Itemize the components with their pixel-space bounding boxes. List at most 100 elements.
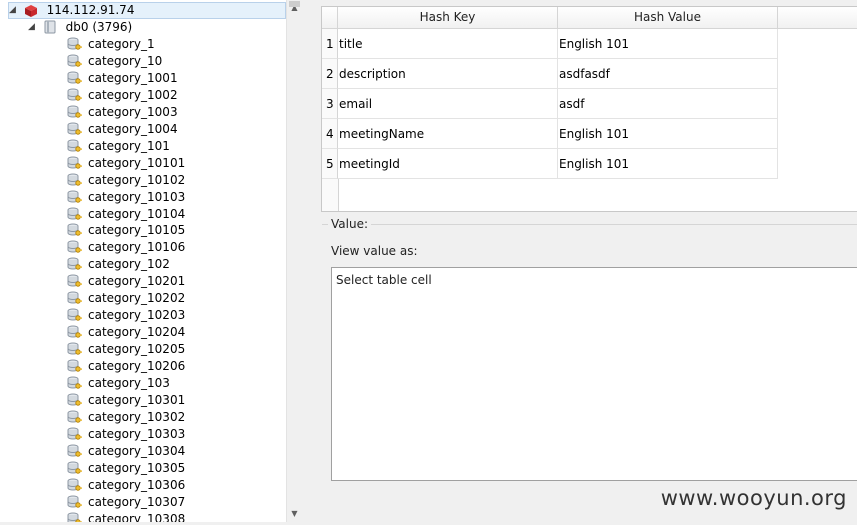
tree-key-item[interactable]: category_10307 xyxy=(66,494,185,511)
tree-key-item[interactable]: category_10202 xyxy=(66,290,185,307)
hash-key-icon xyxy=(66,53,82,69)
value-groupbox: Value: View value as: Select table cell xyxy=(322,217,857,525)
hash-key-icon xyxy=(66,392,82,408)
tree-key-item[interactable]: category_10102 xyxy=(66,172,185,189)
table-row[interactable]: 1 title English 101 xyxy=(322,29,778,59)
hash-key-cell[interactable]: meetingId xyxy=(338,149,558,179)
hash-key-icon xyxy=(66,324,82,340)
tree-key-item[interactable]: category_10206 xyxy=(66,358,185,375)
hash-key-cell[interactable]: title xyxy=(338,29,558,59)
table-row[interactable]: 2 description asdfasdf xyxy=(322,59,778,89)
tree-key-item[interactable]: category_10103 xyxy=(66,189,185,206)
hash-value-cell[interactable]: English 101 xyxy=(558,119,778,149)
tree-db-node[interactable]: ◢ db0 (3796) xyxy=(28,19,132,36)
tree-scrollbar[interactable]: ▲ ▼ xyxy=(286,0,302,522)
hash-key-icon xyxy=(66,477,82,493)
panel-splitter[interactable] xyxy=(302,0,321,522)
hash-key-icon xyxy=(66,189,82,205)
tree-key-item[interactable]: category_1 xyxy=(66,36,155,53)
hash-key-cell[interactable]: meetingName xyxy=(338,119,558,149)
tree-key-item[interactable]: category_10204 xyxy=(66,324,185,341)
tree-key-item[interactable]: category_10104 xyxy=(66,206,185,223)
hash-key-icon xyxy=(66,494,82,510)
tree-key-item[interactable]: category_10306 xyxy=(66,477,185,494)
hash-table-header: Hash Key Hash Value xyxy=(322,7,857,29)
table-row[interactable]: 3 email asdf xyxy=(322,89,778,119)
tree-key-label: category_1004 xyxy=(88,121,178,136)
scroll-thumb[interactable] xyxy=(289,1,300,7)
tree-key-label: category_103 xyxy=(88,376,170,390)
hash-key-icon xyxy=(66,172,82,188)
hash-key-icon xyxy=(66,341,82,357)
hash-key-icon xyxy=(66,409,82,425)
hash-value-cell[interactable]: English 101 xyxy=(558,29,778,59)
hash-key-icon xyxy=(66,511,82,522)
server-label: 114.112.91.74 xyxy=(46,3,135,17)
header-hash-value[interactable]: Hash Value xyxy=(558,7,778,28)
tree-key-item[interactable]: category_10304 xyxy=(66,443,185,460)
tree-key-label: category_10202 xyxy=(88,291,186,306)
hash-key-icon xyxy=(66,375,82,391)
hash-value-cell[interactable]: asdf xyxy=(558,89,778,119)
header-corner xyxy=(322,7,338,28)
tree-key-item[interactable]: category_101 xyxy=(66,138,170,155)
hash-value-cell[interactable]: asdfasdf xyxy=(558,59,778,89)
tree-key-item[interactable]: category_10201 xyxy=(66,273,185,290)
tree-key-item[interactable]: category_10203 xyxy=(66,307,185,324)
hash-table[interactable]: Hash Key Hash Value 1 title English 101 2 de… xyxy=(321,6,857,212)
hash-key-cell[interactable]: description xyxy=(338,59,558,89)
tree-key-item[interactable]: category_10303 xyxy=(66,426,185,443)
tree-key-item[interactable]: category_1001 xyxy=(66,70,178,87)
tree-key-item[interactable]: category_10302 xyxy=(66,409,185,426)
row-number[interactable]: 5 xyxy=(322,149,338,179)
hash-key-icon xyxy=(66,273,82,289)
tree-key-label: category_10106 xyxy=(88,240,186,255)
tree-key-label: category_10101 xyxy=(88,155,186,170)
tree-server-node[interactable]: ◢ 114.112.91.74 xyxy=(8,2,286,19)
header-hash-key[interactable]: Hash Key xyxy=(338,7,558,28)
tree-key-item[interactable]: category_10 xyxy=(66,53,162,70)
expanded-arrow-icon[interactable]: ◢ xyxy=(9,3,19,18)
tree-key-label: category_10203 xyxy=(88,308,186,323)
tree-key-label: category_10305 xyxy=(88,460,186,475)
tree-key-item[interactable]: category_10106 xyxy=(66,239,185,256)
tree-key-item[interactable]: category_10308 xyxy=(66,511,185,522)
tree-key-label: category_10102 xyxy=(88,172,186,187)
expanded-arrow-icon[interactable]: ◢ xyxy=(28,19,38,36)
tree-key-label: category_10308 xyxy=(88,511,186,522)
hash-key-icon xyxy=(66,155,82,171)
table-row[interactable]: 5 meetingId English 101 xyxy=(322,149,778,179)
row-number[interactable]: 2 xyxy=(322,59,338,89)
scroll-down-arrow-icon[interactable]: ▼ xyxy=(287,506,302,522)
database-icon xyxy=(42,19,58,35)
tree-key-label: category_10105 xyxy=(88,223,186,238)
hash-key-cell[interactable]: email xyxy=(338,89,558,119)
tree-key-item[interactable]: category_10205 xyxy=(66,341,185,358)
tree-key-label: category_1001 xyxy=(88,70,178,85)
hash-key-icon xyxy=(66,70,82,86)
tree-key-label: category_10303 xyxy=(88,426,186,441)
key-tree[interactable]: ◢ 114.112.91.74 ◢ db0 (3796) category_1 c… xyxy=(0,0,302,522)
hash-key-icon xyxy=(66,256,82,272)
tree-key-item[interactable]: category_103 xyxy=(66,375,170,392)
tree-key-item[interactable]: category_10105 xyxy=(66,222,185,239)
tree-key-item[interactable]: category_1004 xyxy=(66,121,178,138)
tree-key-item[interactable]: category_1003 xyxy=(66,104,178,121)
table-row[interactable]: 4 meetingName English 101 xyxy=(322,119,778,149)
tree-key-item[interactable]: category_1002 xyxy=(66,87,178,104)
tree-key-label: category_10 xyxy=(88,53,163,68)
row-number[interactable]: 4 xyxy=(322,119,338,149)
hash-value-cell[interactable]: English 101 xyxy=(558,149,778,179)
tree-key-item[interactable]: category_10101 xyxy=(66,155,185,172)
row-number[interactable]: 3 xyxy=(322,89,338,119)
redis-server-icon xyxy=(23,3,39,19)
hash-key-icon xyxy=(66,222,82,238)
tree-key-item[interactable]: category_102 xyxy=(66,256,170,273)
row-number[interactable]: 1 xyxy=(322,29,338,59)
tree-key-item[interactable]: category_10305 xyxy=(66,460,185,477)
tree-key-item[interactable]: category_10301 xyxy=(66,392,185,409)
tree-key-label: category_10103 xyxy=(88,189,186,204)
tree-key-label: category_10301 xyxy=(88,392,186,407)
tree-key-label: category_102 xyxy=(88,257,170,272)
value-textarea[interactable]: Select table cell xyxy=(331,267,857,481)
